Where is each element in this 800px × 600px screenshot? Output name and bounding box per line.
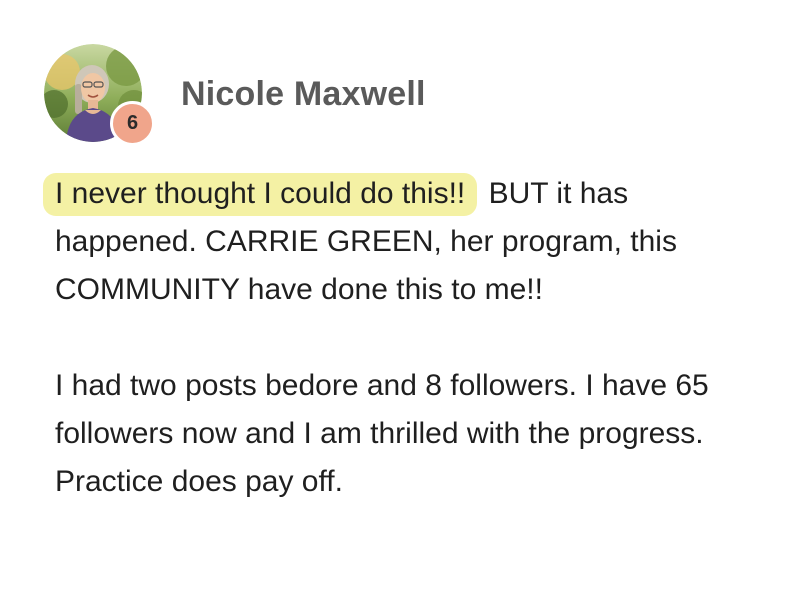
post-paragraph-2: I had two posts bedore and 8 followers. … bbox=[55, 369, 709, 498]
level-badge: 6 bbox=[110, 101, 155, 146]
community-post: 6 Nicole Maxwell I never thought I could… bbox=[0, 0, 800, 600]
highlighted-text: I never thought I could do this!! bbox=[43, 173, 478, 216]
author-name[interactable]: Nicole Maxwell bbox=[181, 74, 426, 114]
post-paragraph-1: I never thought I could do this!! BUT it… bbox=[43, 170, 755, 314]
author-avatar-group[interactable]: 6 bbox=[44, 44, 155, 146]
post-body: I never thought I could do this!! BUT it… bbox=[43, 170, 755, 506]
